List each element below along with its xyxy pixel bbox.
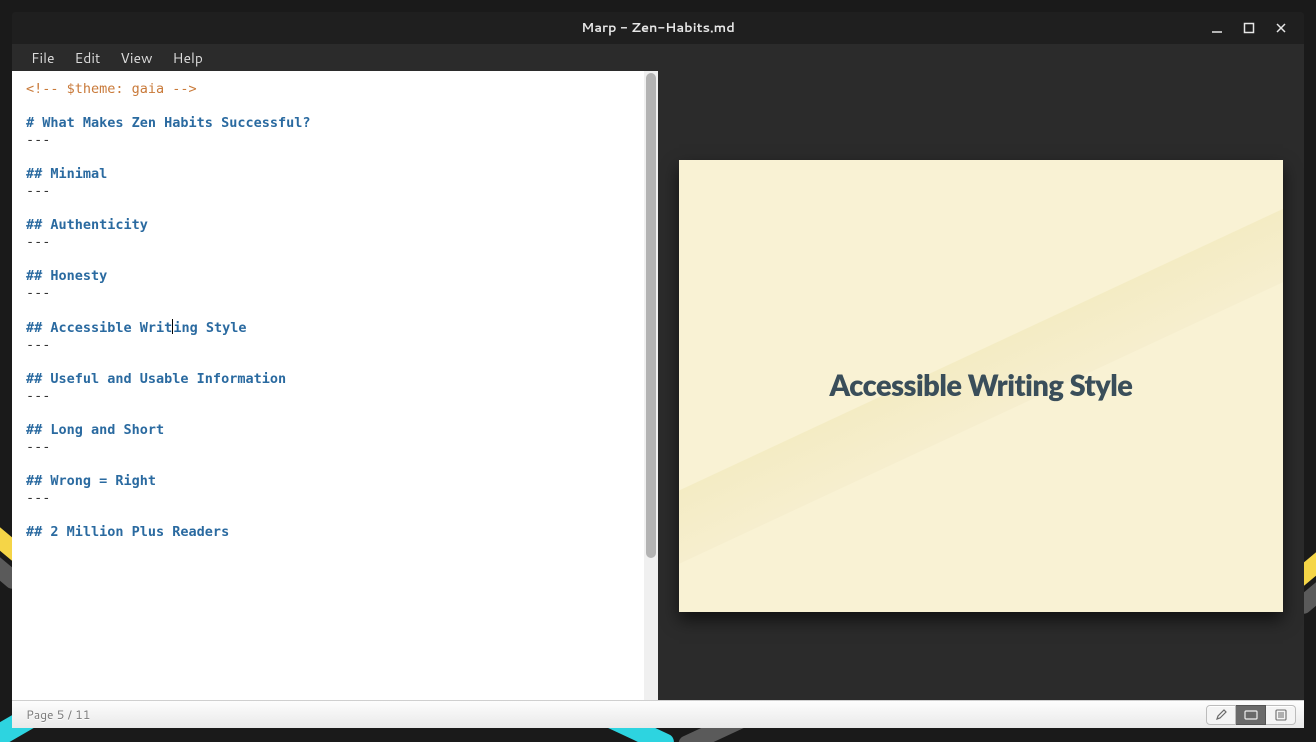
code-heading: ## Honesty (26, 268, 107, 284)
menu-edit[interactable]: Edit (66, 45, 110, 71)
code-heading: ## 2 Million Plus Readers (26, 524, 229, 540)
editor-pane: <!-- $theme: gaia --> # What Makes Zen H… (12, 71, 658, 700)
view-mode-group (1206, 705, 1296, 725)
markdown-editor[interactable]: <!-- $theme: gaia --> # What Makes Zen H… (12, 71, 644, 700)
code-separator: --- (26, 388, 50, 404)
code-separator: --- (26, 234, 50, 250)
app-window: Marp - Zen-Habits.md File Edit View Help… (12, 12, 1304, 728)
list-icon (1275, 709, 1287, 721)
code-heading: ## Wrong = Right (26, 473, 156, 489)
slide-heading: Accessible Writing Style (830, 368, 1133, 403)
maximize-button[interactable] (1240, 19, 1258, 37)
code-separator: --- (26, 490, 50, 506)
code-separator: --- (26, 439, 50, 455)
menu-view[interactable]: View (111, 45, 161, 71)
code-heading: ## Accessible Writing Style (26, 320, 246, 336)
preview-pane: Accessible Writing Style (658, 71, 1304, 700)
code-heading: ## Minimal (26, 166, 107, 182)
minimize-button[interactable] (1208, 19, 1226, 37)
scroll-thumb[interactable] (646, 73, 656, 558)
code-heading: ## Useful and Usable Information (26, 371, 286, 387)
preview-mode-button[interactable] (1266, 705, 1296, 725)
edit-mode-button[interactable] (1206, 705, 1236, 725)
window-controls (1200, 12, 1298, 44)
code-separator: --- (26, 285, 50, 301)
workarea: <!-- $theme: gaia --> # What Makes Zen H… (12, 71, 1304, 700)
statusbar: Page 5 / 11 (12, 700, 1304, 728)
editor-scrollbar[interactable] (644, 71, 658, 700)
code-heading: ## Authenticity (26, 217, 148, 233)
slide-preview[interactable]: Accessible Writing Style (679, 160, 1283, 612)
close-button[interactable] (1272, 19, 1290, 37)
code-separator: --- (26, 132, 50, 148)
split-mode-button[interactable] (1236, 705, 1266, 725)
code-heading: # What Makes Zen Habits Successful? (26, 115, 310, 131)
menu-help[interactable]: Help (164, 45, 212, 71)
pencil-icon (1215, 709, 1227, 721)
slide-icon (1244, 710, 1258, 720)
page-indicator: Page 5 / 11 (20, 706, 90, 723)
code-comment: <!-- $theme: gaia --> (26, 81, 197, 97)
code-separator: --- (26, 337, 50, 353)
menu-file[interactable]: File (22, 45, 64, 71)
code-separator: --- (26, 183, 50, 199)
code-heading: ## Long and Short (26, 422, 164, 438)
window-title: Marp - Zen-Habits.md (581, 19, 735, 37)
titlebar[interactable]: Marp - Zen-Habits.md (12, 12, 1304, 44)
menubar: File Edit View Help (12, 44, 1304, 71)
